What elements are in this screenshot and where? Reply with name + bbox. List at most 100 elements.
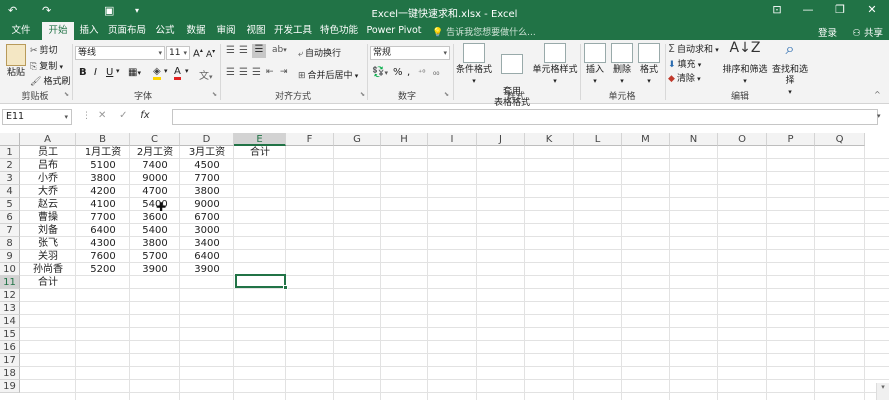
cell-d5[interactable]: 9000 [180, 198, 234, 211]
cell-a8[interactable]: 张飞 [20, 237, 76, 250]
column-header-c[interactable]: C [130, 133, 180, 146]
paste-button[interactable]: 粘贴 [3, 44, 29, 79]
align-middle-icon[interactable]: ☰ [239, 45, 248, 56]
cell-c7[interactable]: 5400 [130, 224, 180, 237]
row-header-7[interactable]: 7 [0, 224, 20, 237]
cell-a6[interactable]: 曹操 [20, 211, 76, 224]
scroll-down-icon[interactable]: ▾ [876, 383, 889, 400]
row-header-18[interactable]: 18 [0, 367, 20, 380]
cell-b7[interactable]: 6400 [76, 224, 130, 237]
increase-decimal-icon[interactable]: ⁺⁰ [418, 68, 425, 77]
column-header-e[interactable]: E [234, 133, 286, 146]
row-header-2[interactable]: 2 [0, 159, 20, 172]
percent-icon[interactable]: % [393, 67, 403, 78]
cell-a11[interactable]: 合计 [20, 276, 76, 289]
chevron-down-icon[interactable]: ▾ [116, 67, 120, 75]
expand-formula-icon[interactable]: ▾ [877, 112, 881, 120]
chevron-down-icon[interactable]: ▾ [164, 67, 168, 75]
cell-c9[interactable]: 5700 [130, 250, 180, 263]
insert-cells-button[interactable]: 插入 ▾ [582, 43, 608, 87]
cell-b4[interactable]: 4200 [76, 185, 130, 198]
orientation-icon[interactable]: ab▾ [272, 45, 287, 55]
phonetic-icon[interactable]: 文▾ [199, 67, 213, 82]
align-left-icon[interactable]: ☰ [226, 67, 235, 78]
enter-icon[interactable]: ✓ [119, 110, 127, 121]
row-header-15[interactable]: 15 [0, 328, 20, 341]
tab-data[interactable]: 数据 [183, 22, 209, 40]
decrease-indent-icon[interactable]: ⇤ [266, 67, 274, 77]
select-all-corner[interactable] [0, 133, 20, 146]
cell-styles-button[interactable]: 单元格样式 ▾ [532, 43, 578, 87]
cell-a9[interactable]: 关羽 [20, 250, 76, 263]
wrap-text-button[interactable]: ⤶ 自动换行 [298, 46, 341, 59]
format-cells-button[interactable]: 格式 ▾ [636, 43, 662, 87]
row-header-1[interactable]: 1 [0, 146, 20, 159]
clear-button[interactable]: ◆ 清除 ▾ [668, 71, 701, 84]
column-header-b[interactable]: B [76, 133, 130, 146]
cell-b9[interactable]: 7600 [76, 250, 130, 263]
row-header-11[interactable]: 11 [0, 276, 20, 289]
cell-b10[interactable]: 5200 [76, 263, 130, 276]
cell-b1[interactable]: 1月工资 [76, 146, 130, 159]
row-header-16[interactable]: 16 [0, 341, 20, 354]
tab-formulas[interactable]: 公式 [152, 22, 178, 40]
fill-button[interactable]: ⬇ 填充 ▾ [668, 57, 701, 70]
cell-a3[interactable]: 小乔 [20, 172, 76, 185]
column-header-l[interactable]: L [574, 133, 622, 146]
decrease-font-icon[interactable]: A▾ [206, 48, 215, 60]
sort-filter-button[interactable]: A↓Z 排序和筛选 ▾ [722, 41, 768, 87]
cell-b3[interactable]: 3800 [76, 172, 130, 185]
align-top-icon[interactable]: ☰ [226, 45, 235, 56]
column-header-p[interactable]: P [767, 133, 815, 146]
dialog-launcher-icon[interactable]: ⬊ [360, 91, 365, 98]
tab-page-layout[interactable]: 页面布局 [106, 22, 148, 40]
column-header-d[interactable]: D [180, 133, 234, 146]
insert-function-icon[interactable]: fx [140, 110, 149, 121]
column-header-n[interactable]: N [670, 133, 718, 146]
cell-a5[interactable]: 赵云 [20, 198, 76, 211]
fill-handle[interactable] [283, 285, 288, 290]
row-header-5[interactable]: 5 [0, 198, 20, 211]
font-size-combo[interactable]: 11 ▾ [166, 46, 190, 60]
cell-c10[interactable]: 3900 [130, 263, 180, 276]
cell-b2[interactable]: 5100 [76, 159, 130, 172]
cell-a1[interactable]: 员工 [20, 146, 76, 159]
cell-d7[interactable]: 3000 [180, 224, 234, 237]
cell-c6[interactable]: 3600 [130, 211, 180, 224]
delete-cells-button[interactable]: 删除 ▾ [609, 43, 635, 87]
cell-a10[interactable]: 孙尚香 [20, 263, 76, 276]
cell-c2[interactable]: 7400 [130, 159, 180, 172]
increase-font-icon[interactable]: A▴ [193, 47, 203, 59]
cell-c5[interactable]: 5400 [130, 198, 180, 211]
cell-c4[interactable]: 4700 [130, 185, 180, 198]
row-header-14[interactable]: 14 [0, 315, 20, 328]
cell-b6[interactable]: 7700 [76, 211, 130, 224]
cell-c3[interactable]: 9000 [130, 172, 180, 185]
minimize-icon[interactable]: — [798, 3, 818, 16]
column-header-j[interactable]: J [477, 133, 525, 146]
column-header-k[interactable]: K [525, 133, 574, 146]
format-painter-button[interactable]: 🖌 格式刷 [30, 74, 70, 87]
column-header-o[interactable]: O [718, 133, 767, 146]
row-header-10[interactable]: 10 [0, 263, 20, 276]
cell-d1[interactable]: 3月工资 [180, 146, 234, 159]
column-header-q[interactable]: Q [815, 133, 865, 146]
column-header-a[interactable]: A [20, 133, 76, 146]
bold-button[interactable]: B [79, 67, 87, 78]
dialog-launcher-icon[interactable]: ⬊ [212, 91, 217, 98]
tab-review[interactable]: 审阅 [213, 22, 239, 40]
tab-insert[interactable]: 插入 [76, 22, 102, 40]
italic-button[interactable]: I [94, 67, 97, 78]
row-header-12[interactable]: 12 [0, 289, 20, 302]
column-header-h[interactable]: H [381, 133, 428, 146]
row-header-17[interactable]: 17 [0, 354, 20, 367]
dialog-launcher-icon[interactable]: ⬊ [64, 91, 69, 98]
formula-input[interactable] [172, 109, 878, 125]
tab-home[interactable]: 开始 [42, 22, 74, 40]
fill-color-icon[interactable]: ◈ [153, 66, 161, 80]
cell-d3[interactable]: 7700 [180, 172, 234, 185]
login-link[interactable]: 登录 [818, 25, 837, 39]
close-icon[interactable]: ✕ [862, 3, 882, 16]
cell-d4[interactable]: 3800 [180, 185, 234, 198]
cell-a7[interactable]: 刘备 [20, 224, 76, 237]
